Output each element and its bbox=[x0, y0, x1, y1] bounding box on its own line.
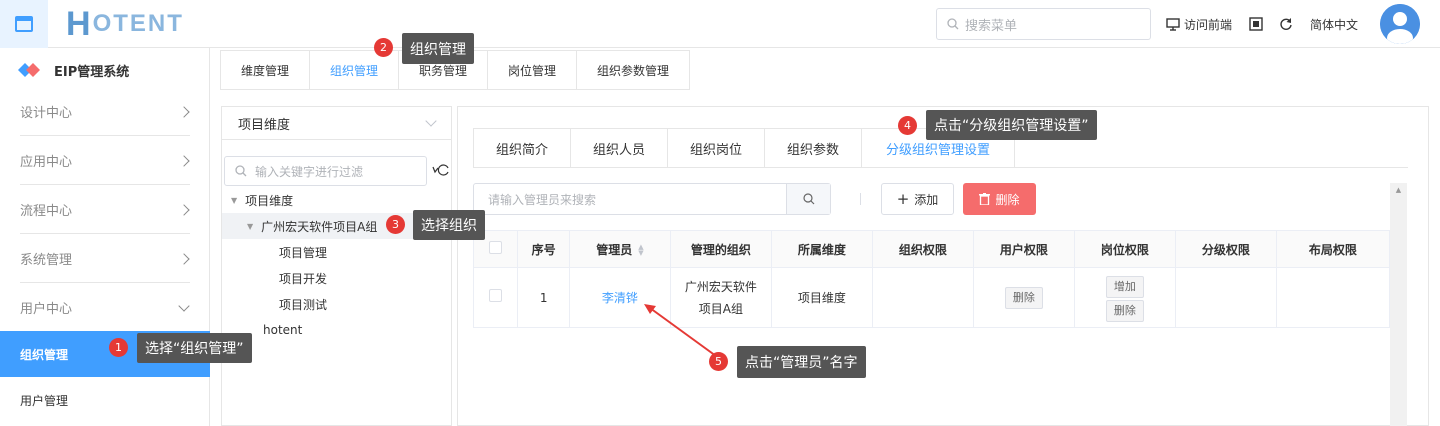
chevron-right-icon bbox=[178, 252, 190, 265]
post-perm-delete-button[interactable]: 删除 bbox=[1105, 299, 1144, 322]
org-perm-cell bbox=[871, 267, 974, 328]
sidebar-item-system-management[interactable]: 系统管理 bbox=[0, 234, 210, 283]
tree-node-project-a[interactable]: ▼ 广州宏天软件项目A组 bbox=[247, 213, 377, 239]
window-icon bbox=[15, 16, 33, 32]
search-icon bbox=[235, 165, 247, 177]
add-button[interactable]: + 添加 bbox=[881, 183, 954, 215]
chevron-right-icon bbox=[178, 105, 190, 118]
sort-icon[interactable]: ▲ ▼ bbox=[638, 244, 643, 257]
sidebar-item-design-center[interactable]: 设计中心 bbox=[0, 87, 210, 136]
annotation-callout-5: 点击“管理员”名字 bbox=[737, 346, 866, 378]
trash-icon bbox=[979, 193, 991, 205]
col-header: 组织权限 bbox=[871, 230, 974, 268]
monitor-icon bbox=[1166, 17, 1180, 31]
select-all-checkbox[interactable] bbox=[489, 241, 503, 254]
row-checkbox[interactable] bbox=[489, 288, 503, 302]
chevron-down-icon bbox=[425, 115, 437, 127]
post-perm-add-button[interactable]: 增加 bbox=[1105, 275, 1144, 298]
caret-down-icon: ▼ bbox=[247, 221, 254, 231]
sidebar-item-user-center[interactable]: 用户中心 bbox=[0, 283, 210, 332]
row-index: 1 bbox=[517, 267, 570, 328]
sidebar-item-flow-center[interactable]: 流程中心 bbox=[0, 185, 210, 234]
visit-frontend-link[interactable]: 访问前端 bbox=[1166, 0, 1232, 48]
tree-node-root[interactable]: ▼ 项目维度 bbox=[231, 187, 293, 213]
org-tree-panel bbox=[221, 106, 452, 426]
tab-org-params[interactable]: 组织参数 bbox=[765, 129, 862, 167]
annotation-badge-1: 1 bbox=[109, 338, 128, 357]
col-header: 布局权限 bbox=[1275, 230, 1391, 268]
user-avatar[interactable] bbox=[1380, 4, 1420, 44]
refresh-icon bbox=[1280, 18, 1292, 30]
chevron-right-icon bbox=[178, 154, 190, 167]
annotation-callout-1: 选择“组织管理” bbox=[137, 333, 252, 363]
divider bbox=[1015, 167, 1408, 168]
hotent-logo: H OTENT bbox=[66, 4, 184, 43]
sidebar-item-app-center[interactable]: 应用中心 bbox=[0, 136, 210, 185]
tab-org-posts[interactable]: 组织岗位 bbox=[668, 129, 765, 167]
eip-logo-icon bbox=[18, 63, 40, 77]
refresh-icon bbox=[432, 164, 449, 176]
divider bbox=[860, 193, 861, 205]
admin-search-input[interactable]: 请输入管理员来搜索 bbox=[473, 183, 831, 215]
layout-perm-cell bbox=[1275, 267, 1391, 328]
tab-org-members[interactable]: 组织人员 bbox=[571, 129, 668, 167]
vertical-scrollbar[interactable]: ▲ bbox=[1390, 183, 1407, 426]
fullscreen-button[interactable] bbox=[1249, 0, 1263, 48]
tab-post-management[interactable]: 岗位管理 bbox=[488, 51, 577, 89]
annotation-callout-3: 选择组织 bbox=[413, 210, 485, 240]
menu-toggle-button[interactable] bbox=[0, 0, 48, 48]
col-header-admin[interactable]: 管理员 ▲ ▼ bbox=[568, 230, 671, 268]
tree-refresh-button[interactable] bbox=[430, 163, 450, 180]
refresh-button[interactable] bbox=[1279, 0, 1293, 48]
tree-node-project-test[interactable]: 项目测试 bbox=[279, 291, 327, 317]
tab-dimension-management[interactable]: 维度管理 bbox=[221, 51, 310, 89]
tab-org-intro[interactable]: 组织简介 bbox=[474, 129, 571, 167]
annotation-badge-2: 2 bbox=[374, 38, 393, 57]
user-perm-cell: 删除 bbox=[972, 267, 1075, 328]
table-row: 1 李清铧 广州宏天软件 项目A组 项目维度 删除 增加 删除 bbox=[472, 267, 1391, 328]
tree-node-project-mgmt[interactable]: 项目管理 bbox=[279, 239, 327, 265]
annotation-badge-3: 3 bbox=[386, 215, 405, 234]
col-header: 用户权限 bbox=[972, 230, 1075, 268]
col-header: 分级权限 bbox=[1174, 230, 1277, 268]
language-switch[interactable]: 简体中文 bbox=[1310, 0, 1358, 48]
tree-node-project-dev[interactable]: 项目开发 bbox=[279, 265, 327, 291]
annotation-callout-2: 组织管理 bbox=[402, 33, 474, 64]
admin-name-link[interactable]: 李清铧 bbox=[602, 291, 638, 305]
user-perm-delete-button[interactable]: 删除 bbox=[1004, 287, 1043, 309]
admin-table: 序号 管理员 ▲ ▼ 管理的组织 所属维度 组织权限 用户权限 岗位权限 分级权限 … bbox=[472, 230, 1391, 328]
col-header: 管理的组织 bbox=[669, 230, 772, 268]
dimension-select[interactable]: 项目维度 bbox=[222, 107, 451, 140]
chevron-down-icon bbox=[178, 299, 190, 312]
sidebar-item-user-management[interactable]: 用户管理 bbox=[0, 380, 210, 420]
chevron-right-icon bbox=[178, 203, 190, 216]
dimension-cell: 项目维度 bbox=[770, 267, 873, 328]
annotation-arrow-icon bbox=[644, 304, 717, 357]
annotation-callout-4: 点击“分级组织管理设置” bbox=[926, 110, 1097, 140]
search-icon bbox=[802, 193, 814, 205]
col-header: 所属维度 bbox=[770, 230, 873, 268]
sidebar-title: EIP管理系统 bbox=[0, 48, 210, 92]
tree-node-hotent[interactable]: hotent bbox=[263, 317, 302, 343]
col-header: 序号 bbox=[517, 230, 570, 268]
col-header: 岗位权限 bbox=[1073, 230, 1176, 268]
admin-search-button[interactable] bbox=[786, 184, 830, 214]
user-icon bbox=[1380, 4, 1420, 44]
scroll-up-icon[interactable]: ▲ bbox=[1390, 186, 1407, 194]
table-header-row: 序号 管理员 ▲ ▼ 管理的组织 所属维度 组织权限 用户权限 岗位权限 分级权限 … bbox=[472, 230, 1391, 268]
delete-button[interactable]: 删除 bbox=[963, 183, 1036, 215]
tree-filter-input[interactable]: 输入关键字进行过滤 bbox=[224, 156, 427, 186]
annotation-badge-4: 4 bbox=[898, 116, 917, 135]
row-select-cell bbox=[472, 267, 519, 328]
search-icon bbox=[947, 18, 959, 30]
tab-org-params-management[interactable]: 组织参数管理 bbox=[577, 51, 689, 89]
fullscreen-icon bbox=[1249, 17, 1263, 31]
hierarchical-perm-cell bbox=[1174, 267, 1277, 328]
plus-icon: + bbox=[896, 190, 910, 208]
caret-down-icon: ▼ bbox=[231, 195, 238, 205]
post-perm-cell: 增加 删除 bbox=[1073, 267, 1176, 328]
menu-search-input[interactable]: 搜索菜单 bbox=[936, 8, 1151, 40]
